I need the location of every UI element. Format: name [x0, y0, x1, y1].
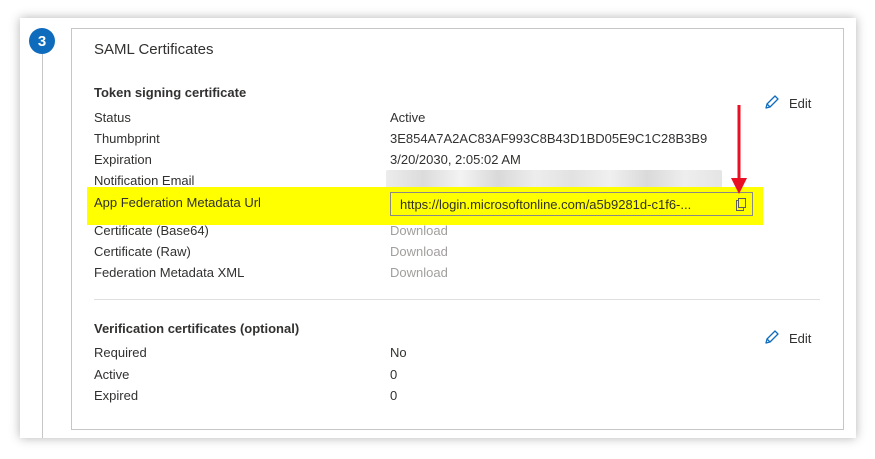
- token-signing-section-title: Token signing certificate: [94, 85, 247, 100]
- edit-label: Edit: [789, 331, 812, 346]
- status-value: Active: [390, 110, 426, 125]
- card-title: SAML Certificates: [94, 41, 214, 58]
- federation-metadata-xml-download-link[interactable]: Download: [390, 265, 448, 280]
- certificate-raw-download-link[interactable]: Download: [390, 244, 448, 259]
- active-label: Active: [94, 367, 130, 382]
- step-number-badge: 3: [29, 28, 55, 54]
- verification-edit-button[interactable]: Edit: [763, 328, 811, 349]
- copy-icon[interactable]: [730, 193, 752, 215]
- required-label: Required: [94, 345, 147, 360]
- notification-email-label: Notification Email: [94, 173, 195, 188]
- certificate-base64-label: Certificate (Base64): [94, 223, 209, 238]
- federation-metadata-xml-label: Federation Metadata XML: [94, 265, 245, 280]
- expired-label: Expired: [94, 388, 139, 403]
- active-value: 0: [390, 367, 398, 382]
- token-signing-edit-button[interactable]: Edit: [763, 93, 811, 114]
- app-federation-metadata-url-field[interactable]: https://login.microsoftonline.com/a5b928…: [390, 192, 753, 216]
- expiration-value: 3/20/2030, 2:05:02 AM: [390, 152, 521, 167]
- certificate-base64-download-link[interactable]: Download: [390, 223, 448, 238]
- red-down-arrow-icon: [731, 105, 747, 194]
- thumbprint-label: Thumbprint: [94, 131, 160, 146]
- app-federation-metadata-url-label: App Federation Metadata Url: [94, 195, 261, 210]
- status-label: Status: [94, 110, 131, 125]
- section-divider: [94, 299, 820, 300]
- required-value: No: [390, 345, 407, 360]
- expired-value: 0: [390, 388, 398, 403]
- pencil-icon: [763, 93, 781, 114]
- pencil-icon: [763, 328, 781, 349]
- verification-section-title: Verification certificates (optional): [94, 321, 300, 336]
- app-federation-metadata-url-value: https://login.microsoftonline.com/a5b928…: [400, 196, 692, 212]
- certificate-raw-label: Certificate (Raw): [94, 244, 191, 259]
- notification-email-redacted: [386, 170, 722, 188]
- thumbprint-value: 3E854A7A2AC83AF993C8B43D1BD05E9C1C28B3B9: [390, 131, 708, 146]
- step-connector-line: [42, 52, 43, 438]
- expiration-label: Expiration: [94, 152, 152, 167]
- edit-label: Edit: [789, 96, 812, 111]
